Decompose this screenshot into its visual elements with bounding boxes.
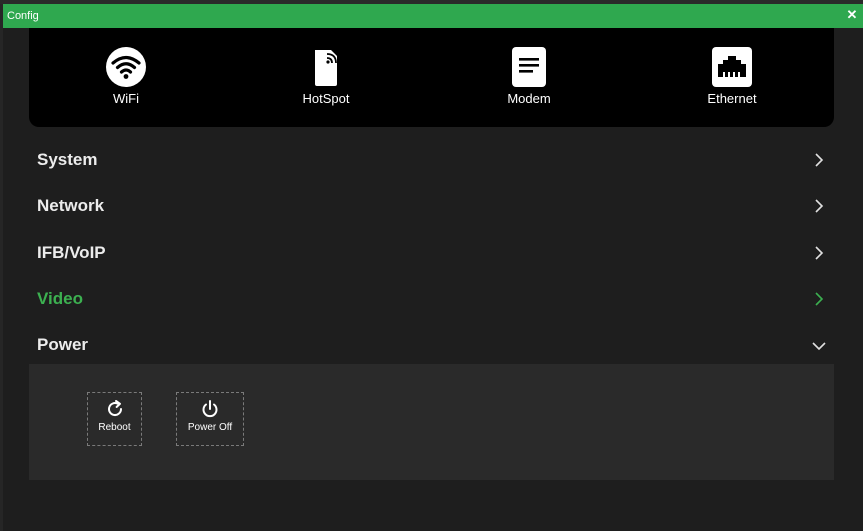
reboot-button[interactable]: Reboot: [87, 392, 142, 446]
menu-item-video[interactable]: Video: [29, 279, 834, 319]
connection-bar: WiFi HotSpot Modem Ethernet: [29, 28, 834, 127]
connection-hotspot-label: HotSpot: [302, 91, 350, 106]
menu-item-network[interactable]: Network: [29, 186, 834, 226]
menu-item-system[interactable]: System: [29, 140, 834, 180]
menu-item-label: System: [37, 150, 98, 169]
chevron-right-icon: [815, 292, 824, 306]
connection-modem-label: Modem: [507, 91, 551, 106]
close-button[interactable]: ✕: [845, 7, 859, 23]
power-icon: [202, 400, 218, 418]
power-off-label: Power Off: [187, 422, 233, 433]
config-dialog: Config ✕ WiFi HotSpot Modem Ethernet Sys…: [3, 4, 863, 531]
chevron-right-icon: [815, 246, 824, 260]
dialog-title: Config: [7, 10, 39, 22]
reboot-icon: [107, 400, 122, 417]
connection-wifi[interactable]: WiFi: [66, 46, 186, 116]
dialog-titlebar[interactable]: Config ✕: [3, 4, 863, 28]
menu-item-power[interactable]: Power: [29, 325, 834, 365]
menu-item-label: IFB/VoIP: [37, 243, 106, 262]
hotspot-icon: [315, 50, 337, 86]
menu-item-label: Network: [37, 196, 105, 215]
reboot-label: Reboot: [98, 422, 131, 433]
power-panel: Reboot Power Off: [29, 364, 834, 480]
connection-wifi-label: WiFi: [113, 91, 139, 106]
menu-item-ifb-voip[interactable]: IFB/VoIP: [29, 233, 834, 273]
ethernet-icon: [712, 47, 752, 87]
chevron-right-icon: [815, 153, 824, 167]
connection-modem[interactable]: Modem: [469, 46, 589, 116]
menu-item-label: Video: [37, 289, 83, 308]
modem-icon: [512, 47, 546, 87]
wifi-icon: [106, 47, 146, 87]
chevron-down-icon: [812, 342, 826, 351]
chevron-right-icon: [815, 199, 824, 213]
menu-item-label: Power: [37, 335, 89, 354]
connection-hotspot[interactable]: HotSpot: [266, 46, 386, 116]
power-off-button[interactable]: Power Off: [176, 392, 244, 446]
connection-ethernet[interactable]: Ethernet: [672, 46, 792, 116]
connection-ethernet-label: Ethernet: [707, 91, 757, 106]
